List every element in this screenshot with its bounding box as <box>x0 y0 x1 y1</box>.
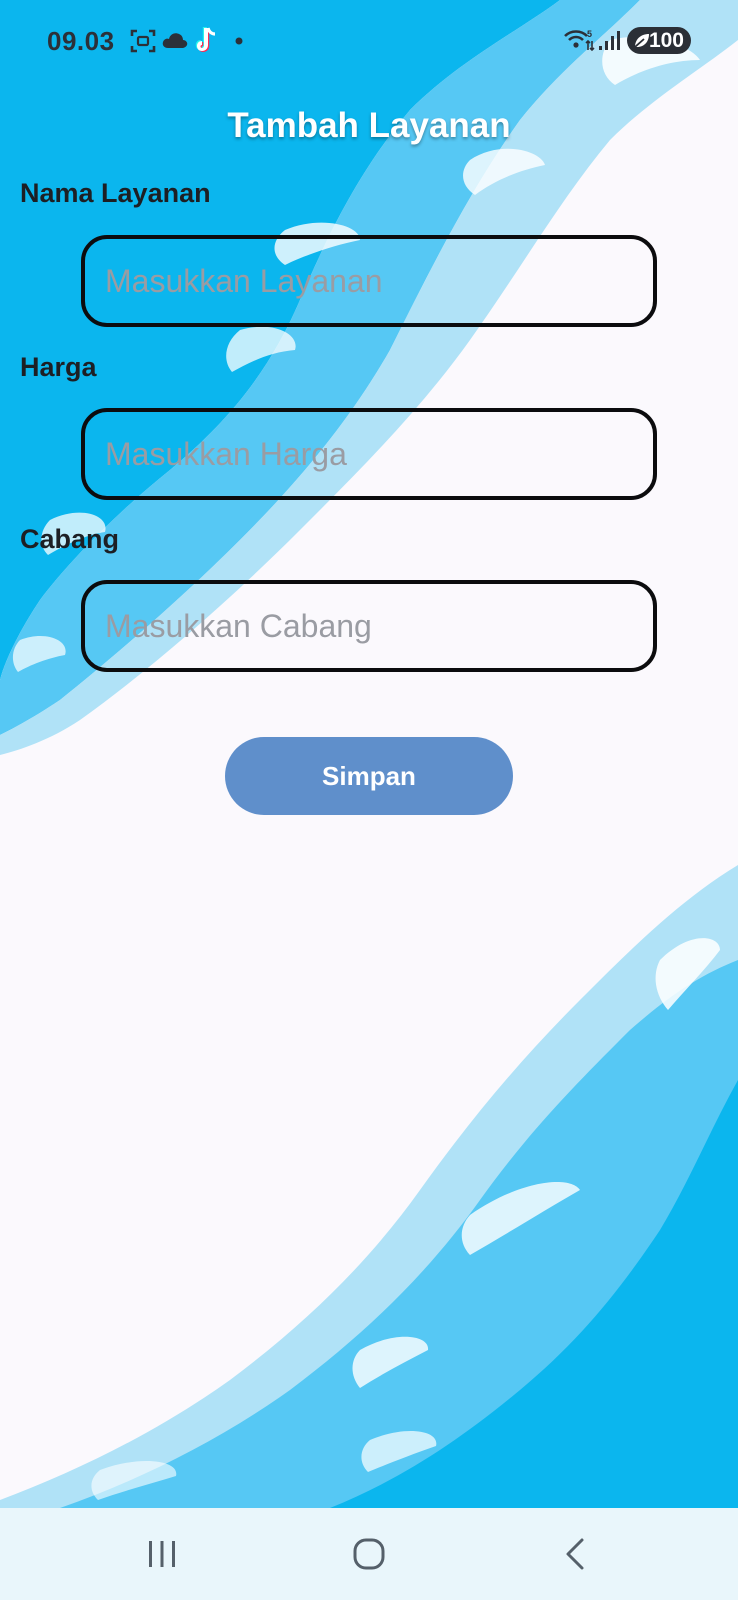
price-field <box>81 408 657 500</box>
page-title: Tambah Layanan <box>227 106 511 145</box>
service-name-label: Nama Layanan <box>20 178 211 208</box>
branch-input[interactable] <box>85 584 653 668</box>
branch-field <box>81 580 657 672</box>
cloud-icon <box>162 33 188 48</box>
navigation-bar <box>0 1508 738 1600</box>
recent-apps-icon <box>149 1541 175 1567</box>
app-screen: 09.03 5 100 Tambah Layanan Nama Layanan … <box>0 0 738 1600</box>
price-input[interactable] <box>85 412 653 496</box>
battery-level: 100 <box>648 28 684 52</box>
status-time: 09.03 <box>47 26 115 56</box>
status-bar: 09.03 5 100 <box>0 0 738 84</box>
branch-label: Cabang <box>20 524 120 554</box>
signal-icon <box>599 31 620 50</box>
service-name-field <box>81 235 657 327</box>
battery-indicator: 100 <box>627 27 691 54</box>
price-label: Harga <box>20 352 97 382</box>
battery-saver-icon <box>634 34 649 48</box>
tiktok-icon <box>195 27 216 52</box>
svg-text:5: 5 <box>587 29 592 39</box>
recent-apps-button[interactable] <box>102 1508 222 1600</box>
back-button[interactable] <box>515 1508 635 1600</box>
home-icon <box>353 1538 385 1570</box>
back-icon <box>566 1538 584 1570</box>
service-name-input[interactable] <box>85 239 653 323</box>
wifi-icon: 5 <box>564 29 595 52</box>
save-button[interactable]: Simpan <box>225 737 513 815</box>
notification-dot-icon <box>235 37 243 45</box>
screenshot-icon <box>130 29 156 53</box>
home-button[interactable] <box>309 1508 429 1600</box>
